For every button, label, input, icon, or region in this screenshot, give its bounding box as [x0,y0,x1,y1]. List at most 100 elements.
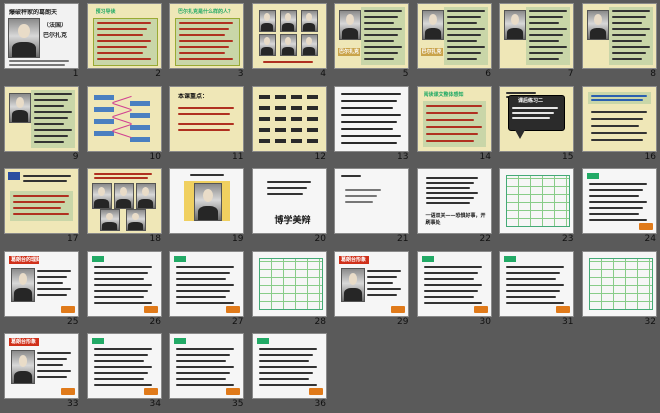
slide-number: 2 [155,69,161,79]
slide-thumbnail-26[interactable] [86,250,162,317]
slide-cell: 26 [83,248,166,331]
portrait-image [11,350,35,385]
text-line [34,122,64,125]
slide-thumbnail-9[interactable] [4,85,79,152]
portrait-coat [12,41,36,57]
portrait-image [279,10,297,32]
slide-cell: 巴尔扎克 6 [413,0,496,83]
slide-thumbnail-18[interactable] [86,168,162,235]
mindmap-link [111,123,132,131]
portrait-image [99,209,120,232]
slide-thumbnail-23[interactable] [499,168,574,235]
portrait-face [131,212,140,221]
text-line [9,60,69,62]
slide-number: 30 [479,316,491,327]
slide-thumbnail-3[interactable]: 巴尔扎克是什么样的人？ [169,3,244,69]
text-line [590,124,639,127]
slide-thumbnail-25[interactable]: 葛朗台的理财 [4,250,79,317]
text-line [425,202,470,205]
slide-thumbnail-5[interactable]: 巴尔扎克 [334,3,409,69]
slide-thumbnail-8[interactable] [581,3,657,69]
text-line [367,287,401,290]
portrait-coat [138,198,153,209]
slide-thumbnail-27[interactable] [169,250,244,317]
text-line [34,140,64,143]
slide-thumbnail-35[interactable] [169,333,244,400]
text-line [341,106,393,109]
text-line [425,182,474,185]
slide-thumbnail-13[interactable] [334,85,409,152]
text-line [590,94,647,97]
text-line [588,195,639,198]
slide-thumbnail-36[interactable] [251,333,327,400]
portrait-face [16,96,24,108]
slide-title: 葛朗台形象 [341,256,367,263]
slide-thumbnail-22[interactable]: 一语双关——恐惧好事，开刷事处 [416,168,492,235]
text-line [178,128,230,131]
slide-thumbnail-4[interactable] [251,3,327,69]
slide-thumbnail-16[interactable] [581,85,657,152]
text-line [588,183,647,186]
slide-thumbnail-21[interactable] [334,168,409,235]
text-line [258,378,309,381]
portrait-coat [342,27,358,39]
vocab-word [274,116,286,121]
mindmap-node [93,106,114,112]
text-line [425,118,474,121]
slide-thumbnail-12[interactable] [251,85,327,152]
text-line [178,106,234,109]
slide-number: 32 [644,316,656,327]
portrait-image [258,10,276,32]
slide-thumbnail-2[interactable]: 预习导读 [86,3,162,69]
slide-thumbnail-29[interactable]: 葛朗台形象 [334,250,409,317]
text-line [588,189,643,192]
slide-thumbnail-7[interactable] [499,3,574,69]
portrait-coat [94,198,109,209]
slide-thumbnail-33[interactable]: 葛朗台形象 [4,333,79,400]
text-line [590,117,643,120]
slide-number: 24 [644,234,656,245]
slide-stamp [226,388,240,396]
slide-thumbnail-6[interactable]: 巴尔扎克 [416,3,492,69]
text-line [423,277,474,280]
slide-thumbnail-30[interactable] [416,250,492,317]
slide-cell: 16 [578,83,660,166]
portrait-face [97,187,106,197]
slide-stamp [61,305,75,313]
text-line [37,281,63,284]
slide-thumbnail-31[interactable] [499,250,574,317]
slide-thumbnail-11[interactable]: 本课重点： [169,85,244,152]
text-line [176,289,230,292]
text-line [341,175,361,178]
slide-number: 27 [232,316,244,327]
slide-thumbnail-34[interactable] [86,333,162,400]
text-line [506,271,560,274]
slide-thumbnail-17[interactable] [4,168,79,235]
slide-thumbnail-32[interactable] [581,250,657,317]
slide-thumbnail-10[interactable] [86,85,162,152]
slide-thumbnail-20[interactable]: 博学美辩 [251,168,327,235]
slide-number: 15 [562,151,574,162]
slide-thumbnail-24[interactable] [581,168,657,235]
slide-thumbnail-19[interactable] [169,168,244,235]
vocab-word [274,127,286,132]
text-line [179,34,225,36]
portrait-image [504,10,526,40]
portrait-coat [14,370,32,384]
slide-thumbnail-15[interactable]: 课后练习二 [499,85,574,152]
portrait-face [348,272,358,285]
portrait-image [341,267,365,302]
text-line [93,295,144,298]
slide-cell: 本课重点： 11 [165,83,248,166]
slide-thumbnail-1[interactable]: 爆破秤家的葛朗天 （法国） 巴尔扎克 [4,3,79,69]
text-line [367,269,401,272]
text-line [423,301,482,304]
slide-thumbnail-14[interactable]: 阅读课文整体感知 [416,85,492,152]
text-line [506,295,556,298]
text-line [345,201,373,204]
slide-sorter: 爆破秤家的葛朗天 （法国） 巴尔扎克 1 预习导读 2 巴尔扎克是什么样的人？ 3 4 巴尔扎克 5… [0,0,660,413]
slide-title: 阅读课文整体感知 [423,91,464,98]
text-line [364,28,402,30]
slide-thumbnail-28[interactable] [251,250,327,317]
slide-number: 6 [485,69,491,79]
